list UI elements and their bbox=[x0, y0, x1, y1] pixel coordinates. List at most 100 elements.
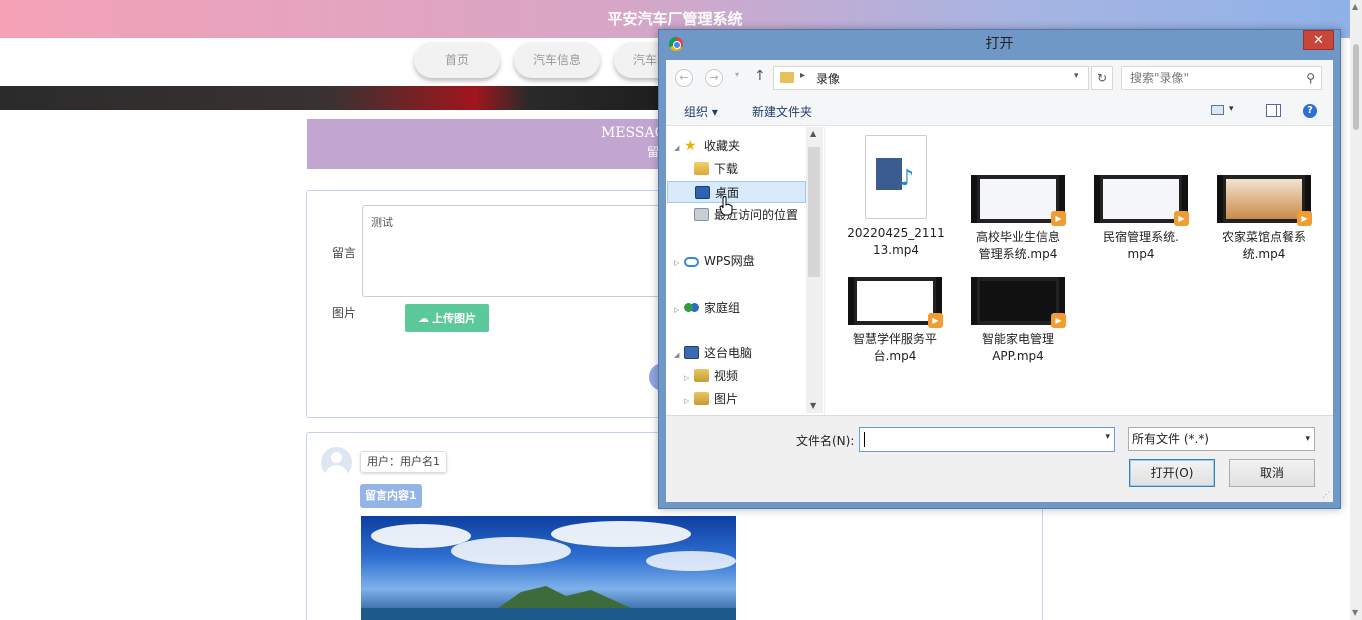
expander-icon[interactable]: ◢ bbox=[674, 137, 684, 159]
search-icon[interactable]: ⚲ bbox=[1306, 67, 1315, 89]
scroll-up-icon[interactable]: ▲ bbox=[1352, 2, 1358, 11]
expander-icon[interactable]: ▷ bbox=[684, 367, 694, 389]
filename-input[interactable]: ▾ bbox=[859, 427, 1115, 452]
expander-icon[interactable]: ▷ bbox=[684, 390, 694, 412]
history-chevron-icon[interactable]: ▾ bbox=[735, 70, 739, 79]
scroll-down-icon[interactable]: ▼ bbox=[1352, 608, 1358, 617]
play-icon: ▶ bbox=[1051, 211, 1066, 226]
up-arrow-icon[interactable]: ↑ bbox=[754, 68, 766, 84]
video-frame bbox=[980, 179, 1056, 219]
tree-item-label: 下载 bbox=[714, 162, 739, 176]
new-folder-button[interactable]: 新建文件夹 bbox=[752, 103, 812, 120]
open-button[interactable]: 打开(O) bbox=[1129, 459, 1215, 487]
address-row: ← → ▾ ↑ ▸ 录像 ▾ ↻ 搜索"录像" ⚲ bbox=[666, 60, 1333, 96]
expander-icon[interactable]: ◢ bbox=[674, 344, 684, 366]
page-scrollbar[interactable]: ▲ ▼ bbox=[1350, 0, 1362, 620]
file-name: 20220425_2111 13.mp4 bbox=[841, 225, 951, 259]
tree-item-label: 视频 bbox=[714, 369, 739, 383]
view-chevron-icon[interactable]: ▾ bbox=[1229, 104, 1234, 114]
breadcrumb-separator-icon[interactable]: ▸ bbox=[800, 70, 805, 81]
refresh-icon[interactable]: ↻ bbox=[1091, 66, 1113, 90]
play-icon: ▶ bbox=[1174, 211, 1189, 226]
video-thumbnail: ▶ bbox=[971, 277, 1066, 328]
navigation-scrollbar[interactable]: ▲ ▼ bbox=[806, 127, 823, 413]
preview-pane-icon[interactable] bbox=[1266, 104, 1281, 117]
homegroup-icon bbox=[684, 301, 699, 314]
tree-item-recent-places[interactable]: 最近访问的位置 bbox=[694, 204, 798, 226]
chevron-down-icon[interactable]: ▾ bbox=[1305, 428, 1310, 450]
download-folder-icon bbox=[694, 162, 709, 175]
file-name: 智能家电管理 APP.mp4 bbox=[963, 331, 1073, 365]
upload-label: 上传图片 bbox=[432, 312, 476, 325]
scroll-down-icon[interactable]: ▼ bbox=[810, 401, 816, 410]
file-open-dialog: 打开 ✕ ← → ▾ ↑ ▸ 录像 ▾ ↻ 搜索"录像" ⚲ 组织 ▾ 新建文件… bbox=[658, 29, 1341, 509]
tree-item-label: 图片 bbox=[714, 392, 739, 406]
resize-grip-icon[interactable]: ⋰ bbox=[1322, 490, 1330, 499]
video-frame bbox=[980, 281, 1056, 321]
message-textarea[interactable]: 测试 bbox=[362, 205, 662, 297]
file-name-line: APP.mp4 bbox=[992, 349, 1044, 363]
tree-item-label: WPS网盘 bbox=[704, 254, 755, 268]
tree-item-pictures[interactable]: ▷ 图片 bbox=[684, 388, 738, 410]
search-input[interactable]: 搜索"录像" ⚲ bbox=[1121, 66, 1322, 90]
file-name-line: 民宿管理系统. bbox=[1103, 230, 1179, 244]
music-note-icon: ♪ bbox=[900, 166, 915, 191]
address-dropdown-icon[interactable]: ▾ bbox=[1074, 71, 1079, 81]
message-content: 留言内容1 bbox=[360, 484, 422, 508]
file-item[interactable]: ▶ 智能家电管理 APP.mp4 bbox=[963, 277, 1073, 365]
tree-item-favorites[interactable]: ◢ ★ 收藏夹 bbox=[674, 135, 740, 157]
file-name-line: 管理系统.mp4 bbox=[978, 247, 1058, 261]
file-item[interactable]: ▶ 智慧学伴服务平 台.mp4 bbox=[840, 277, 950, 365]
filename-label: 文件名(N): bbox=[796, 434, 855, 448]
video-file-icon: ♪ bbox=[865, 135, 927, 219]
tree-item-downloads[interactable]: 下载 bbox=[694, 158, 738, 180]
upload-image-button[interactable]: ☁ 上传图片 bbox=[405, 304, 489, 332]
breadcrumb-path[interactable]: 录像 bbox=[816, 70, 840, 87]
file-name-line: 农家菜馆点餐系 bbox=[1221, 230, 1306, 244]
file-item[interactable]: ▶ 高校毕业生信息 管理系统.mp4 bbox=[963, 175, 1073, 263]
dialog-body: ← → ▾ ↑ ▸ 录像 ▾ ↻ 搜索"录像" ⚲ 组织 ▾ 新建文件夹 ▾ ? bbox=[666, 60, 1333, 502]
site-title: 平安汽车厂管理系统 bbox=[607, 10, 743, 28]
filetype-select[interactable]: 所有文件 (*.*) ▾ bbox=[1128, 427, 1315, 451]
file-item[interactable]: ♪ 20220425_2111 13.mp4 bbox=[841, 135, 951, 259]
scrollbar-thumb[interactable] bbox=[808, 147, 820, 277]
desktop-icon bbox=[695, 186, 710, 199]
expander-icon[interactable]: ▷ bbox=[674, 252, 684, 274]
tree-item-wps-cloud[interactable]: ▷ WPS网盘 bbox=[674, 250, 755, 272]
close-button[interactable]: ✕ bbox=[1303, 30, 1334, 50]
message-user: 用户：用户名1 bbox=[360, 451, 447, 473]
file-name: 农家菜馆点餐系 统.mp4 bbox=[1209, 229, 1319, 263]
expander-icon[interactable]: ▷ bbox=[674, 299, 684, 321]
help-icon[interactable]: ? bbox=[1303, 104, 1317, 118]
landscape-photo bbox=[361, 521, 736, 620]
video-frame bbox=[1226, 179, 1302, 219]
filename-dropdown-icon[interactable]: ▾ bbox=[1105, 432, 1110, 442]
address-bar[interactable]: ▸ 录像 ▾ bbox=[773, 66, 1089, 90]
file-name-line: 台.mp4 bbox=[873, 349, 917, 363]
avatar-body bbox=[325, 465, 348, 478]
recent-places-icon bbox=[694, 208, 709, 221]
nav-car-info[interactable]: 汽车信息 bbox=[514, 42, 600, 78]
file-item[interactable]: ▶ 民宿管理系统. mp4 bbox=[1086, 175, 1196, 263]
scroll-up-icon[interactable]: ▲ bbox=[810, 129, 816, 138]
hand-cursor-icon bbox=[719, 196, 733, 216]
cloud-upload-icon: ☁ bbox=[418, 311, 429, 325]
video-folder-icon bbox=[694, 369, 709, 382]
nav-home[interactable]: 首页 bbox=[414, 42, 500, 78]
section-title: MESSAG bbox=[601, 125, 666, 141]
video-thumbnail: ▶ bbox=[1217, 175, 1312, 226]
file-item[interactable]: ▶ 农家菜馆点餐系 统.mp4 bbox=[1209, 175, 1319, 263]
file-name: 高校毕业生信息 管理系统.mp4 bbox=[963, 229, 1073, 263]
tree-item-videos[interactable]: ▷ 视频 bbox=[684, 365, 738, 387]
file-name-line: 20220425_2111 bbox=[847, 226, 945, 240]
tree-item-homegroup[interactable]: ▷ 家庭组 bbox=[674, 297, 740, 319]
forward-arrow-icon[interactable]: → bbox=[705, 69, 723, 87]
scrollbar-thumb[interactable] bbox=[1353, 44, 1359, 130]
organize-button[interactable]: 组织 ▾ bbox=[684, 103, 718, 120]
tree-item-label: 家庭组 bbox=[704, 301, 741, 315]
tree-item-desktop[interactable]: 桌面 bbox=[667, 181, 806, 203]
tree-item-this-pc[interactable]: ◢ 这台电脑 bbox=[674, 342, 752, 364]
cancel-button[interactable]: 取消 bbox=[1229, 459, 1315, 487]
view-options-icon[interactable] bbox=[1211, 105, 1224, 115]
back-arrow-icon[interactable]: ← bbox=[675, 69, 693, 87]
